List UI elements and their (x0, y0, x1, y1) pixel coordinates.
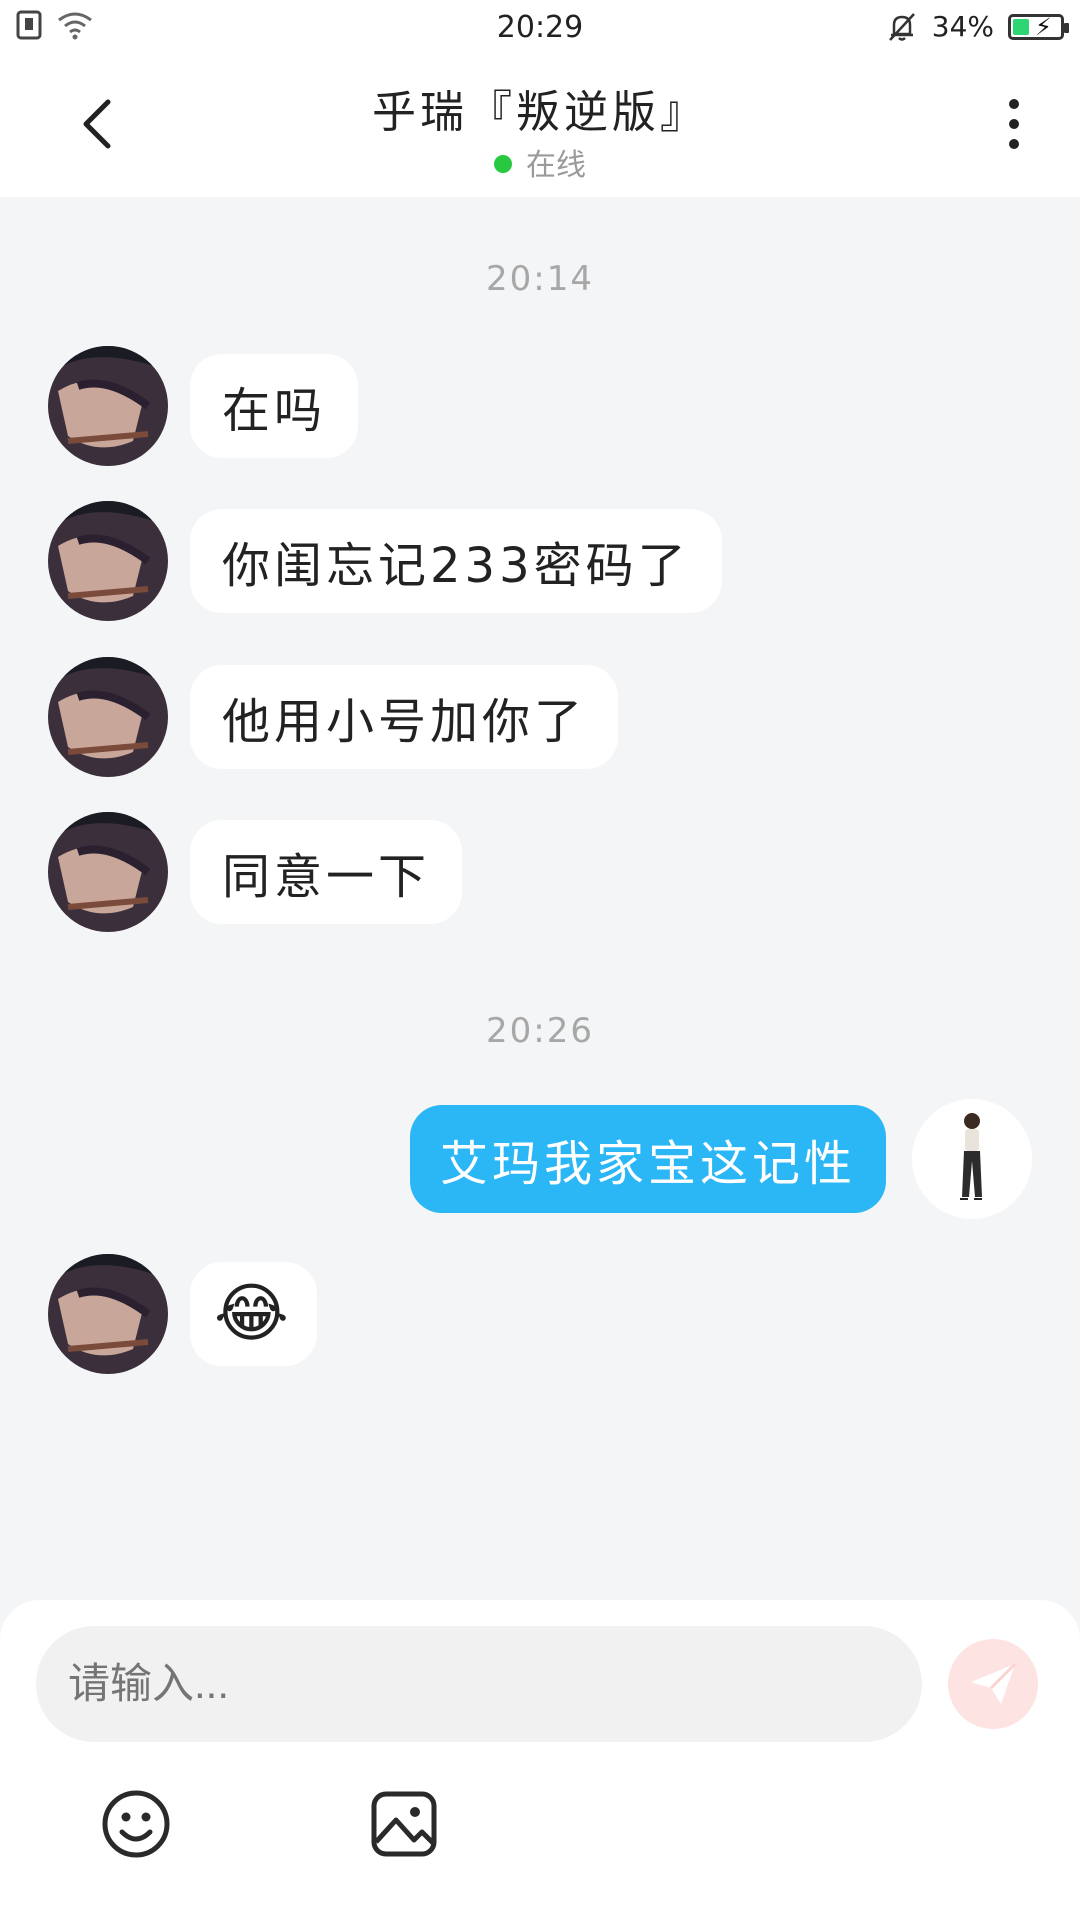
message-bubble[interactable]: 在吗 (190, 354, 359, 458)
battery-percent: 34% (931, 10, 994, 43)
message-row: 他用小号加你了 (48, 657, 619, 777)
charging-bolt-icon: ⚡ (1035, 12, 1052, 41)
battery-icon: ⚡ (1008, 12, 1069, 41)
avatar[interactable] (48, 501, 168, 621)
avatar[interactable] (48, 812, 168, 932)
message-bubble-self[interactable]: 艾玛我家宝这记性 (409, 1105, 886, 1213)
avatar-image (48, 501, 168, 621)
timestamp: 20:14 (486, 259, 594, 299)
message-row: 😂 (48, 1254, 317, 1374)
battery-level-fill (1013, 18, 1029, 35)
status-right-icons: 34% ⚡ (886, 10, 1069, 43)
avatar-self[interactable] (912, 1099, 1032, 1219)
avatar-image (48, 657, 168, 777)
online-status-text: 在线 (526, 148, 586, 183)
message-input[interactable] (36, 1626, 922, 1742)
image-icon[interactable] (368, 1788, 440, 1860)
message-bubble-emoji[interactable]: 😂 (190, 1262, 317, 1366)
emoji-icon[interactable] (100, 1788, 172, 1860)
message-row: 艾玛我家宝这记性 (409, 1099, 1032, 1219)
send-button[interactable] (948, 1639, 1038, 1729)
avatar-image (912, 1099, 1032, 1219)
message-row: 你闺忘记233密码了 (48, 501, 722, 621)
chat-area[interactable]: 20:14 在吗 你闺忘记233密码了 他用小号加你了 同意一下 20:26 艾… (0, 197, 1080, 1600)
send-icon (971, 1662, 1017, 1704)
composer (0, 1600, 1080, 1920)
online-status: 在线 (0, 140, 1080, 184)
avatar-image (48, 812, 168, 932)
online-dot-icon (494, 154, 512, 173)
message-bubble[interactable]: 你闺忘记233密码了 (190, 509, 722, 613)
avatar[interactable] (48, 346, 168, 466)
message-row: 在吗 (48, 346, 359, 466)
more-vertical-icon[interactable] (984, 94, 1044, 154)
avatar[interactable] (48, 657, 168, 777)
avatar-image (48, 346, 168, 466)
bell-muted-icon (888, 12, 915, 41)
message-bubble[interactable]: 同意一下 (190, 820, 463, 924)
contact-name: 乎瑞『叛逆版』 (372, 87, 708, 138)
status-bar: 20:29 34% ⚡ (0, 0, 1080, 54)
avatar[interactable] (48, 1254, 168, 1374)
avatar-image (48, 1254, 168, 1374)
message-row: 同意一下 (48, 812, 463, 932)
timestamp: 20:26 (486, 1011, 594, 1051)
message-bubble[interactable]: 他用小号加你了 (190, 665, 619, 769)
chat-header: 乎瑞『叛逆版』 在线 (0, 54, 1080, 197)
